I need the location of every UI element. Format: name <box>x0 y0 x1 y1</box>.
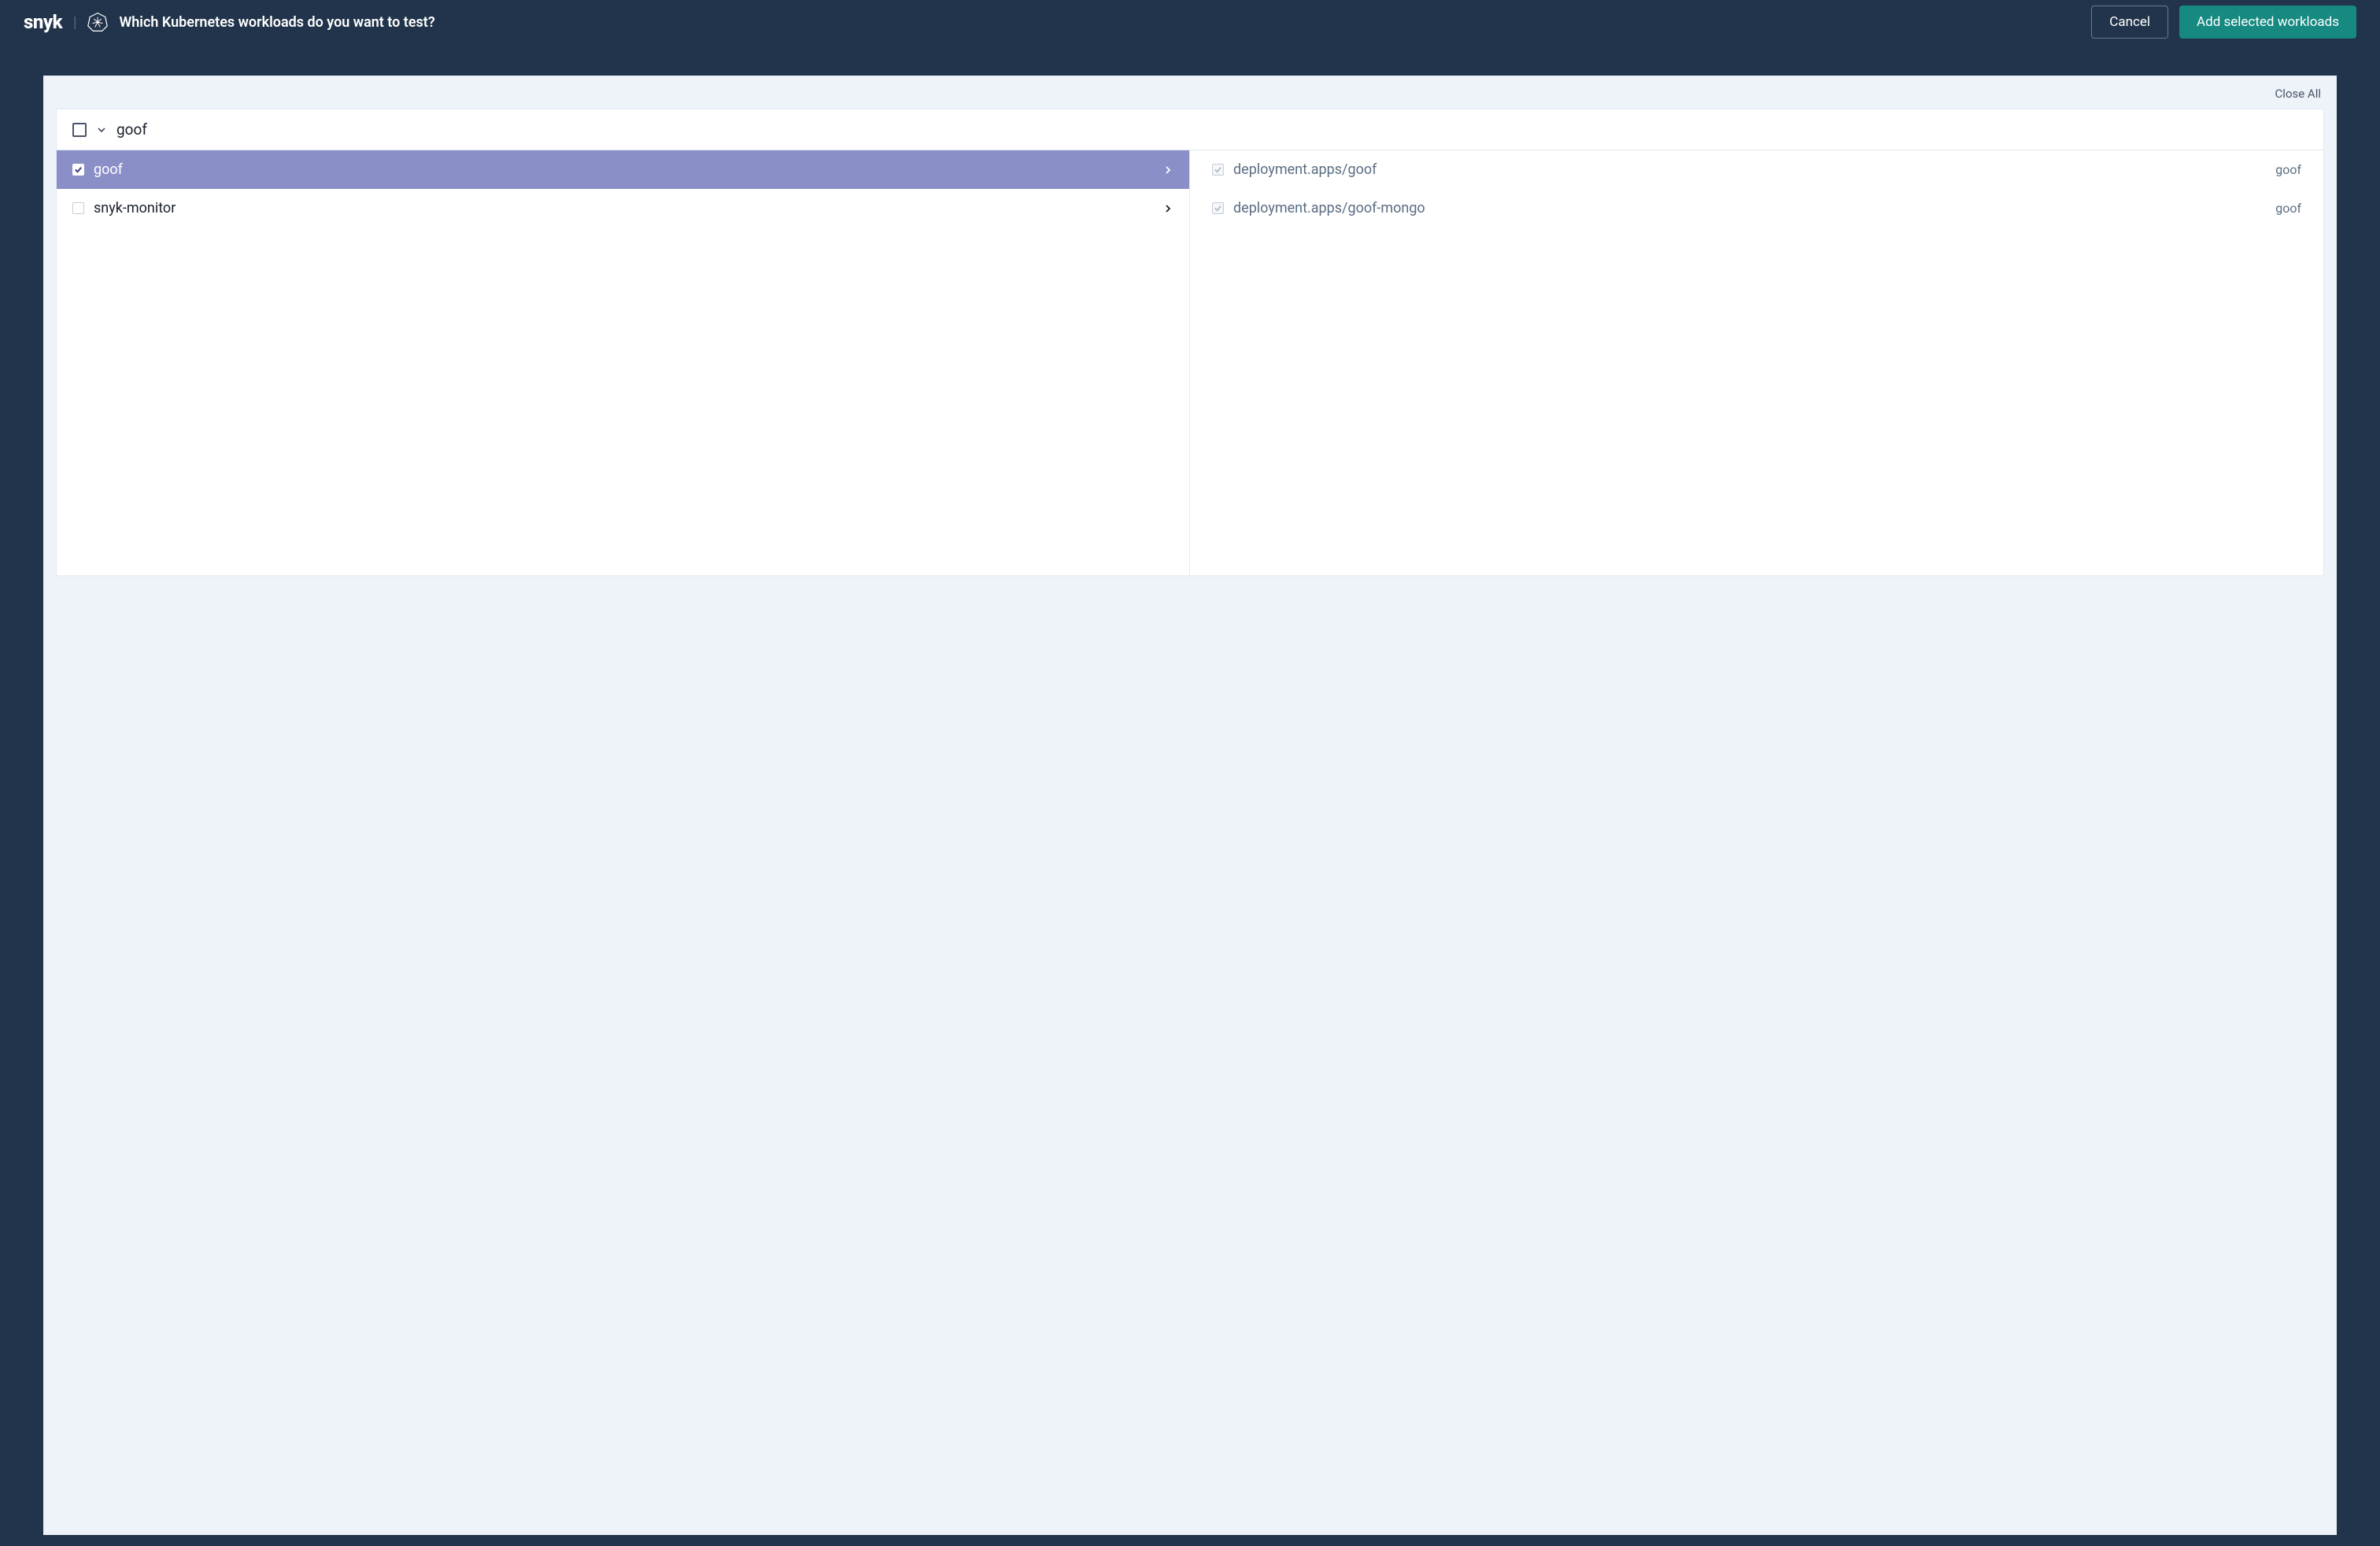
kubernetes-icon <box>87 12 108 32</box>
add-selected-button[interactable]: Add selected workloads <box>2179 6 2356 39</box>
workload-item[interactable]: deployment.apps/goof goof <box>1190 150 2323 189</box>
namespace-checkbox[interactable] <box>72 164 84 176</box>
workload-item[interactable]: deployment.apps/goof-mongo goof <box>1190 189 2323 227</box>
workload-panel: goof goof snyk-monitor <box>56 109 2324 576</box>
namespace-item-goof[interactable]: goof <box>57 150 1189 189</box>
namespace-checkbox[interactable] <box>72 202 84 214</box>
cluster-checkbox[interactable] <box>72 123 87 137</box>
header-actions: Cancel Add selected workloads <box>2091 6 2356 39</box>
page-title: Which Kubernetes workloads do you want t… <box>119 14 434 31</box>
chevron-down-icon[interactable] <box>96 124 107 135</box>
cluster-name: goof <box>116 120 147 139</box>
workload-tag: goof <box>2275 162 2301 177</box>
snyk-logo: snyk <box>24 11 62 33</box>
two-column-layout: goof snyk-monitor <box>57 150 2323 575</box>
namespace-label: goof <box>94 161 1153 178</box>
namespace-column: goof snyk-monitor <box>57 150 1190 575</box>
namespace-item-snyk-monitor[interactable]: snyk-monitor <box>57 189 1189 227</box>
close-all-row: Close All <box>43 76 2337 109</box>
content-area: Close All goof goof <box>43 76 2337 1535</box>
chevron-right-icon <box>1162 165 1173 176</box>
header-left: snyk | Which Kubernetes workloads do you… <box>24 11 435 33</box>
workload-column: deployment.apps/goof goof deployment.app… <box>1190 150 2323 575</box>
workload-label: deployment.apps/goof-mongo <box>1233 200 2266 216</box>
cluster-header: goof <box>57 109 2323 150</box>
workload-tag: goof <box>2275 201 2301 216</box>
app-header: snyk | Which Kubernetes workloads do you… <box>0 0 2380 44</box>
cancel-button[interactable]: Cancel <box>2091 6 2168 39</box>
divider: | <box>73 14 76 31</box>
workload-checkbox[interactable] <box>1212 202 1224 214</box>
workload-label: deployment.apps/goof <box>1233 161 2266 178</box>
close-all-button[interactable]: Close All <box>2275 87 2321 101</box>
chevron-right-icon <box>1162 203 1173 214</box>
workload-checkbox[interactable] <box>1212 164 1224 176</box>
namespace-label: snyk-monitor <box>94 200 1153 216</box>
